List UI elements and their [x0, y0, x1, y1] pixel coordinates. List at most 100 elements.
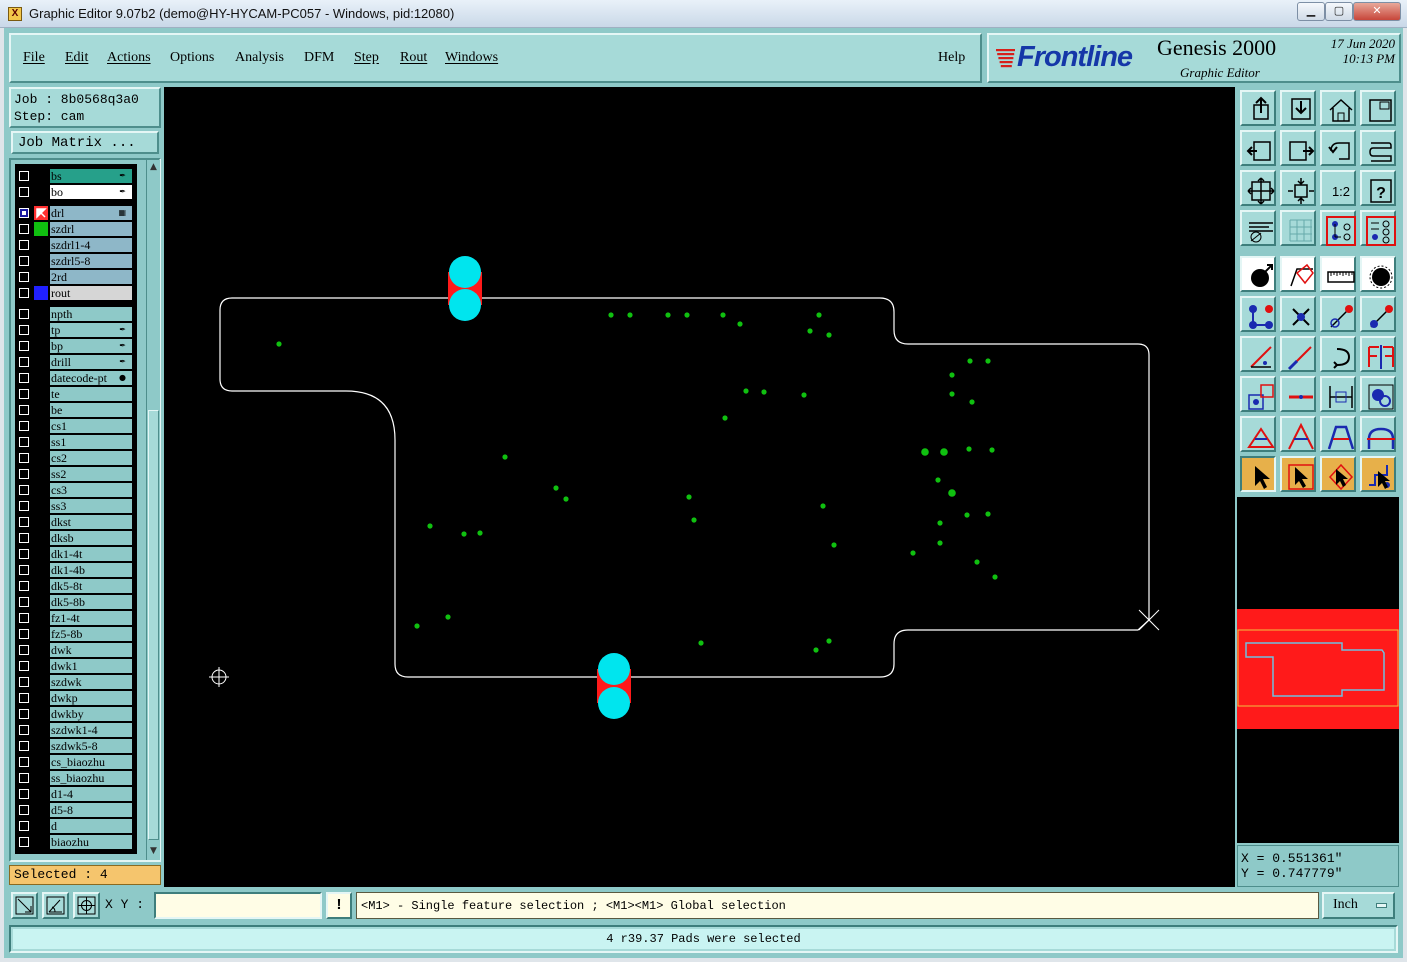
grid-button[interactable]	[1280, 210, 1316, 246]
drill-hit[interactable]	[276, 341, 282, 347]
layer-checkbox[interactable]	[19, 581, 29, 591]
selected-pad[interactable]	[598, 653, 630, 685]
layer-name[interactable]: fz1-4t	[50, 611, 132, 625]
selected-pad[interactable]	[449, 289, 481, 321]
layer-row[interactable]: dk5-8t	[15, 578, 137, 594]
help-query-button[interactable]: ?	[1360, 170, 1396, 206]
layer-name[interactable]: szdrl5-8	[50, 254, 132, 268]
drill-hit[interactable]	[722, 415, 728, 421]
zoom-right-button[interactable]	[1280, 130, 1316, 166]
layer-checkbox[interactable]	[19, 373, 29, 383]
layer-name[interactable]: cs_biaozhu	[50, 755, 132, 769]
menu-step[interactable]: Step	[354, 50, 379, 66]
menu-actions[interactable]: Actions	[107, 50, 151, 66]
layer-row[interactable]: npth	[15, 306, 137, 322]
drill-hit[interactable]	[684, 312, 690, 318]
menu-edit[interactable]: Edit	[65, 50, 88, 66]
layer-row[interactable]: d1-4	[15, 786, 137, 802]
layer-checkbox[interactable]	[19, 837, 29, 847]
drill-hit[interactable]	[831, 542, 837, 548]
layer-checkbox[interactable]	[19, 341, 29, 351]
layer-name[interactable]: datecode-pt ●	[50, 371, 132, 385]
xy-input[interactable]	[154, 892, 322, 919]
drill-hit[interactable]	[737, 321, 743, 327]
menu-options[interactable]: Options	[170, 50, 214, 66]
work-layer-arrow-icon[interactable]	[34, 206, 48, 220]
mirror-button[interactable]	[1360, 336, 1396, 372]
layer-name[interactable]: drl ▦	[50, 206, 132, 220]
layer-row[interactable]: dwk	[15, 642, 137, 658]
layer-color-swatch[interactable]	[34, 286, 48, 300]
layer-row[interactable]: ss1	[15, 434, 137, 450]
layer-checkbox[interactable]	[19, 549, 29, 559]
layer-row[interactable]: dwkby	[15, 706, 137, 722]
trace-b-button[interactable]	[1320, 416, 1356, 452]
menu-analysis[interactable]: Analysis	[235, 50, 284, 66]
pointer-select-button[interactable]	[1240, 456, 1276, 492]
graphic-canvas[interactable]	[164, 87, 1235, 887]
slash-line-button[interactable]	[1280, 336, 1316, 372]
drill-hit[interactable]	[974, 559, 980, 565]
mini-view[interactable]	[1237, 497, 1399, 843]
minimize-button[interactable]: ▁	[1297, 2, 1325, 21]
layer-row[interactable]: szdrl	[15, 221, 137, 237]
layer-row[interactable]: 2rd	[15, 269, 137, 285]
grid-snap-button[interactable]	[73, 892, 100, 919]
layer-name[interactable]: 2rd	[50, 270, 132, 284]
layer-checkbox[interactable]	[19, 757, 29, 767]
menu-rout[interactable]: Rout	[400, 50, 427, 66]
layer-row[interactable]: cs1	[15, 418, 137, 434]
layer-checkbox[interactable]	[19, 789, 29, 799]
layer-name[interactable]: npth	[50, 307, 132, 321]
horizontal-line-button[interactable]	[1280, 376, 1316, 412]
layer-row[interactable]: bs ✒	[15, 168, 137, 184]
redraw-button[interactable]	[1360, 130, 1396, 166]
drill-hit[interactable]	[477, 530, 483, 536]
cross-node-button[interactable]	[1280, 296, 1316, 332]
drill-hit[interactable]	[820, 503, 826, 509]
fit-all-button[interactable]	[1240, 170, 1276, 206]
layer-color-swatch[interactable]	[34, 222, 48, 236]
drill-hit[interactable]	[801, 392, 807, 398]
drill-hit[interactable]	[445, 614, 451, 620]
layer-name[interactable]: ss_biaozhu	[50, 771, 132, 785]
layer-name[interactable]: d1-4	[50, 787, 132, 801]
layer-row[interactable]: drl ▦	[15, 205, 137, 221]
layer-checkbox[interactable]	[19, 613, 29, 623]
selected-pads[interactable]	[448, 256, 631, 719]
layer-row[interactable]: tp ✒	[15, 322, 137, 338]
menu-windows[interactable]: Windows	[445, 50, 498, 66]
drill-hit[interactable]	[807, 328, 813, 334]
layer-name[interactable]: cs2	[50, 451, 132, 465]
drill-hit[interactable]	[813, 647, 819, 653]
drill-hit[interactable]	[563, 496, 569, 502]
job-matrix-button[interactable]: Job Matrix ...	[11, 131, 159, 154]
layer-scrollbar[interactable]: ▲ ▼	[146, 160, 160, 860]
layer-name[interactable]: szdwk5-8	[50, 739, 132, 753]
layer-name[interactable]: szdrl1-4	[50, 238, 132, 252]
maximize-button[interactable]: ▢	[1325, 2, 1353, 21]
trace-c-button[interactable]	[1360, 416, 1396, 452]
drill-hit[interactable]	[608, 312, 614, 318]
pad-circle-button[interactable]	[1240, 256, 1276, 292]
layer-name[interactable]: be	[50, 403, 132, 417]
layer-checkbox[interactable]	[19, 272, 29, 282]
layer-checkbox[interactable]	[19, 256, 29, 266]
scale-1-2-button[interactable]: 1:2	[1320, 170, 1356, 206]
connect-nodes-button[interactable]	[1240, 296, 1276, 332]
layer-checkbox[interactable]	[19, 645, 29, 655]
layer-checkbox[interactable]	[19, 517, 29, 527]
layer-checkbox[interactable]	[19, 741, 29, 751]
drill-hit[interactable]	[921, 448, 929, 456]
layer-checkbox[interactable]	[19, 309, 29, 319]
layer-name[interactable]: fz5-8b	[50, 627, 132, 641]
layer-name[interactable]: cs1	[50, 419, 132, 433]
layer-row[interactable]: datecode-pt ●	[15, 370, 137, 386]
layer-row[interactable]: d	[15, 818, 137, 834]
layer-name[interactable]: dksb	[50, 531, 132, 545]
layer-checkbox[interactable]	[19, 709, 29, 719]
drill-hit[interactable]	[910, 550, 916, 556]
layer-checkbox[interactable]	[19, 437, 29, 447]
scroll-down-icon[interactable]: ▼	[148, 846, 159, 858]
rotate-arc-button[interactable]	[1320, 336, 1356, 372]
